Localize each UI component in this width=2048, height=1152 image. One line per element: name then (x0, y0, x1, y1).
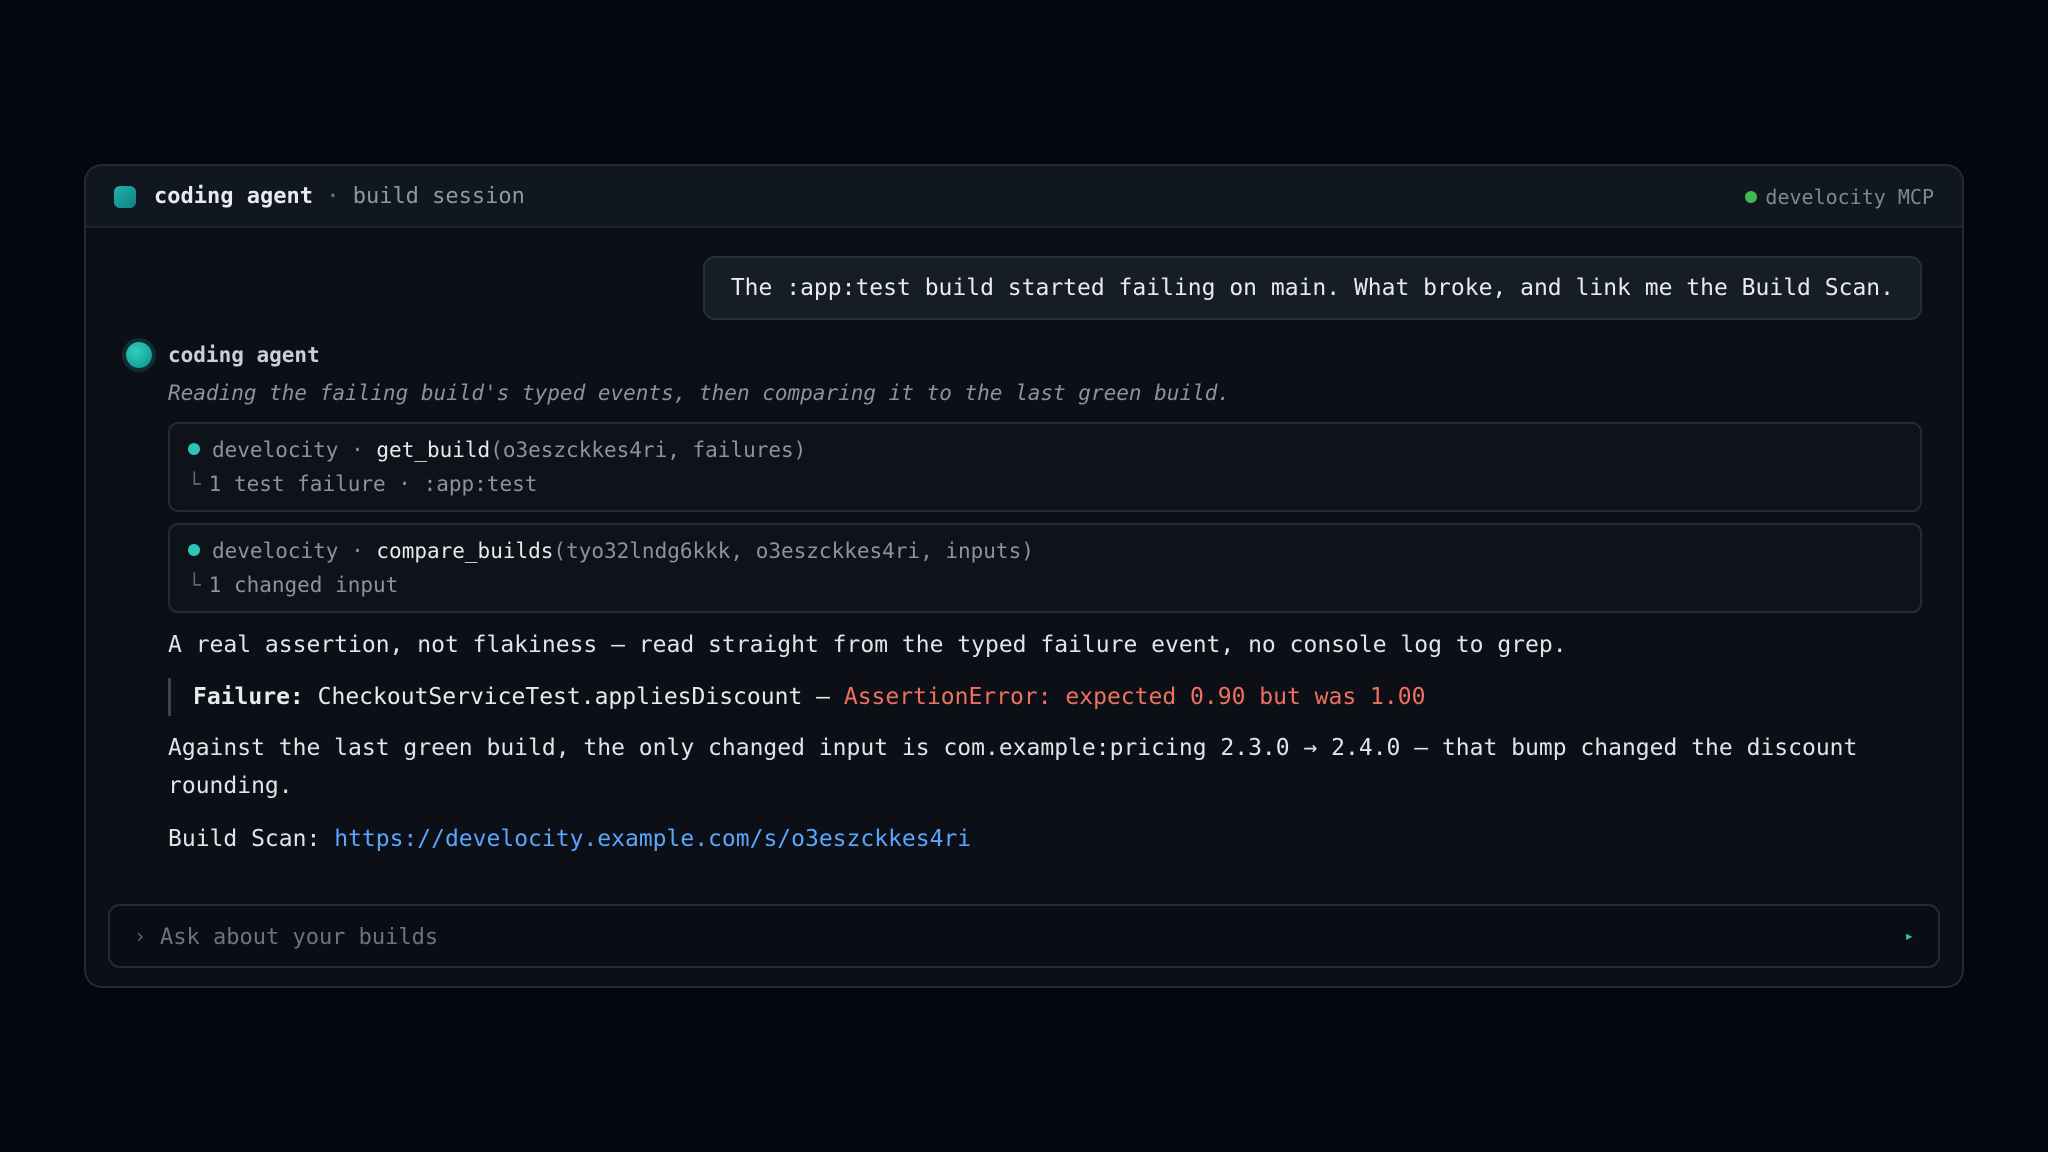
build-scan-line: Build Scan: https://develocity.example.c… (168, 820, 1902, 858)
app-name: coding agent (154, 184, 313, 209)
tool-call-card[interactable]: develocity · compare_builds(tyo32lndg6kk… (168, 523, 1922, 613)
tool-status-dot-icon (188, 544, 200, 556)
chat-input[interactable] (158, 914, 1878, 960)
window-title: coding agent · build session (154, 183, 525, 211)
mcp-status: develocity MCP (1745, 183, 1934, 211)
failure-label: Failure: (193, 684, 304, 710)
tool-server: develocity (212, 539, 339, 563)
tool-result: └ 1 changed input (188, 571, 398, 599)
title-bar: coding agent · build session develocity … (86, 166, 1962, 228)
tool-status-dot-icon (188, 443, 200, 455)
tool-call-header: develocity · get_build(o3eszckkes4ri, fa… (188, 436, 806, 464)
user-message: The :app:test build started failing on m… (702, 256, 1922, 320)
tool-call-header: develocity · compare_builds(tyo32lndg6kk… (188, 537, 1034, 565)
mcp-status-label: develocity MCP (1765, 185, 1934, 209)
tool-call-card[interactable]: develocity · get_build(o3eszckkes4ri, fa… (168, 422, 1922, 512)
tool-separator: · (351, 539, 364, 563)
failure-quote: Failure: CheckoutServiceTest.appliesDisc… (168, 678, 1425, 716)
tool-args: (tyo32lndg6kkk, o3eszckkes4ri, inputs) (553, 539, 1034, 563)
tool-separator: · (351, 438, 364, 462)
failure-test-name: CheckoutServiceTest.appliesDiscount — (317, 684, 830, 710)
session-name: build session (352, 184, 525, 209)
tool-result-text: 1 changed input (208, 573, 399, 597)
answer-comparison: Against the last green build, the only c… (168, 735, 1858, 799)
tool-server: develocity (212, 438, 339, 462)
tool-function: get_build (376, 438, 491, 462)
chat-input-bar: › ▸ (108, 904, 1940, 968)
answer-intro: A real assertion, not flakiness — read s… (168, 632, 1567, 658)
agent-name: coding agent (168, 343, 320, 367)
build-scan-link[interactable]: https://develocity.example.com/s/o3eszck… (334, 826, 971, 852)
tool-result: └ 1 test failure · :app:test (188, 470, 537, 498)
title-separator: · (326, 184, 340, 209)
prompt-chevron-icon: › (134, 924, 147, 948)
app-logo-icon (114, 186, 136, 208)
tree-branch-icon: └ (188, 573, 201, 597)
agent-window: coding agent · build session develocity … (84, 164, 1964, 988)
tree-branch-icon: └ (188, 472, 201, 496)
build-scan-label: Build Scan: (168, 826, 321, 852)
agent-thought: Reading the failing build's typed events… (168, 381, 1231, 405)
status-dot-icon (1745, 191, 1758, 203)
failure-error: AssertionError: expected 0.90 but was 1.… (843, 684, 1426, 710)
tool-result-text: 1 test failure · :app:test (208, 472, 538, 496)
send-icon[interactable]: ▸ (1904, 922, 1914, 950)
tool-function: compare_builds (376, 539, 554, 563)
tool-args: (o3eszckkes4ri, failures) (490, 438, 807, 462)
agent-avatar (126, 342, 152, 368)
